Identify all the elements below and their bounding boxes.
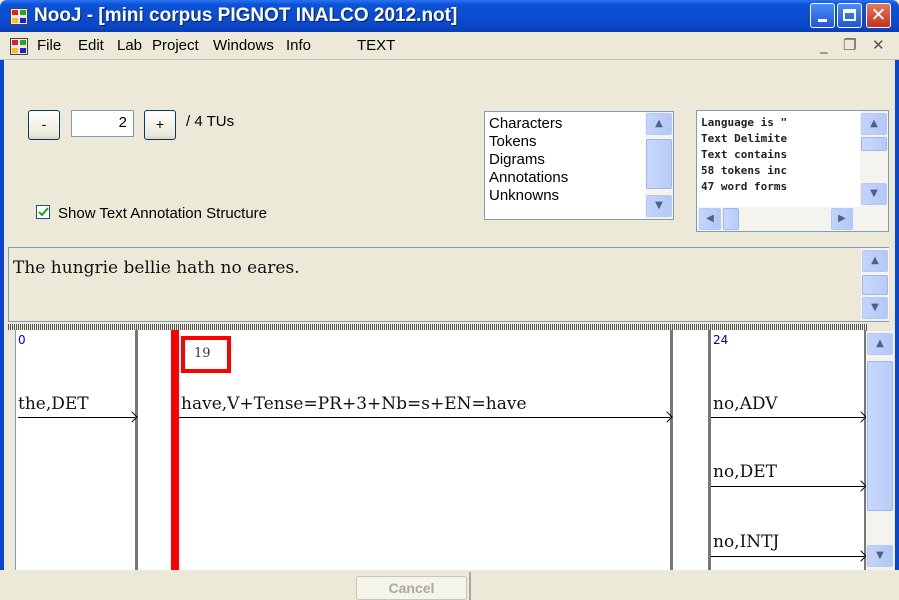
statistics-list[interactable]: Characters Tokens Digrams Annotations Un… <box>484 111 674 220</box>
annotation-label[interactable]: the,DET <box>18 394 89 414</box>
text-scrollbar[interactable]: ▲ ▼ <box>861 248 889 321</box>
menu-info[interactable]: Info <box>286 37 311 54</box>
column-divider <box>670 330 673 570</box>
transition-arrow <box>18 417 135 418</box>
info-hscrollbar[interactable]: ◀ ▶ <box>697 207 888 231</box>
show-structure-label: Show Text Annotation Structure <box>58 205 268 222</box>
menu-bar: File Edit Lab Project Windows Info TEXT … <box>0 32 899 60</box>
annotation-label[interactable]: no,INTJ <box>713 532 779 552</box>
scroll-down-button[interactable]: ▼ <box>867 545 893 567</box>
annotation-scrollbar[interactable]: ▲ ▼ <box>866 331 894 570</box>
document-icon[interactable] <box>10 38 28 55</box>
menu-file[interactable]: File <box>37 37 61 54</box>
list-item[interactable]: Unknowns <box>489 187 559 205</box>
close-icon: ✕ <box>870 4 887 26</box>
unit-count-label: / 4 TUs <box>186 113 235 130</box>
scroll-thumb[interactable] <box>723 208 739 230</box>
window-title: NooJ - [mini corpus PIGNOT INALCO 2012.n… <box>34 5 458 26</box>
scroll-thumb[interactable] <box>861 137 887 151</box>
transition-arrow <box>179 417 670 418</box>
info-line: 47 word forms <box>701 180 788 193</box>
scroll-left-button[interactable]: ◀ <box>699 208 721 230</box>
list-item[interactable]: Tokens <box>489 133 537 151</box>
close-button[interactable]: ✕ <box>866 3 891 28</box>
scroll-up-button[interactable]: ▲ <box>646 113 672 135</box>
unit-number-input[interactable]: 2 <box>71 110 134 137</box>
offset-label: 19 <box>194 346 211 361</box>
scroll-down-button[interactable]: ▼ <box>861 183 887 205</box>
offset-label: 0 <box>18 333 26 347</box>
menu-text[interactable]: TEXT <box>357 37 395 54</box>
maximize-icon <box>843 9 856 21</box>
column-divider <box>135 330 138 570</box>
scroll-thumb[interactable] <box>867 361 893 511</box>
list-item[interactable]: Characters <box>489 115 562 133</box>
maximize-button[interactable] <box>837 3 862 28</box>
transition-arrow <box>711 556 864 557</box>
annotation-label[interactable]: have,V+Tense=PR+3+Nb=s+EN=have <box>181 394 527 414</box>
scroll-thumb[interactable] <box>862 275 888 295</box>
mdi-close-button[interactable]: ✕ <box>872 36 885 54</box>
checkmark-icon <box>38 207 49 217</box>
info-line: Text Delimite <box>701 132 788 145</box>
status-separator <box>469 572 471 600</box>
offset-label: 24 <box>713 333 729 347</box>
minimize-button[interactable] <box>810 3 835 28</box>
window-border-left <box>0 32 4 600</box>
scroll-up-button[interactable]: ▲ <box>861 113 887 135</box>
text-info-box[interactable]: Language is " Text Delimite Text contain… <box>696 110 889 232</box>
scroll-up-button[interactable]: ▲ <box>867 333 893 355</box>
next-unit-button[interactable]: + <box>144 110 176 140</box>
scroll-up-button[interactable]: ▲ <box>862 250 888 272</box>
transition-arrow <box>711 486 864 487</box>
menu-edit[interactable]: Edit <box>78 37 104 54</box>
cancel-button[interactable]: Cancel <box>356 576 467 600</box>
window-border-right <box>895 32 899 600</box>
annotation-label[interactable]: no,ADV <box>713 394 777 414</box>
info-line: Text contains <box>701 148 788 161</box>
transition-arrow <box>711 417 864 418</box>
menu-windows[interactable]: Windows <box>213 37 274 54</box>
scroll-down-button[interactable]: ▼ <box>646 195 672 217</box>
list-item[interactable]: Digrams <box>489 151 545 169</box>
selection-marker <box>171 330 179 570</box>
show-structure-checkbox[interactable] <box>36 205 50 219</box>
list-item[interactable]: Annotations <box>489 169 568 187</box>
info-line: 58 tokens inc <box>701 164 788 177</box>
scroll-down-button[interactable]: ▼ <box>862 297 888 319</box>
info-line: Language is " <box>701 116 788 129</box>
scroll-thumb[interactable] <box>646 139 672 189</box>
menu-project[interactable]: Project <box>152 37 199 54</box>
annotation-structure-view[interactable]: 0 the,DET 19 have,V+Tense=PR+3+Nb=s+EN=h… <box>15 330 867 570</box>
text-unit-view[interactable]: The hungrie bellie hath no eares. ▲ ▼ <box>8 247 889 322</box>
annotation-label[interactable]: no,DET <box>713 462 777 482</box>
title-bar[interactable]: NooJ - [mini corpus PIGNOT INALCO 2012.n… <box>0 0 899 32</box>
mdi-minimize-button[interactable]: _ <box>820 36 828 54</box>
previous-unit-button[interactable]: - <box>28 110 60 140</box>
column-divider <box>708 330 711 570</box>
nooj-app-icon[interactable] <box>10 8 28 25</box>
text-unit-content: The hungrie bellie hath no eares. <box>13 258 300 278</box>
info-vscrollbar[interactable]: ▲ ▼ <box>860 111 888 209</box>
list-scrollbar[interactable]: ▲ ▼ <box>645 112 673 219</box>
minimize-icon <box>818 19 827 22</box>
mdi-restore-button[interactable]: ❐ <box>843 36 856 54</box>
menu-lab[interactable]: Lab <box>117 37 142 54</box>
scroll-right-button[interactable]: ▶ <box>831 208 853 230</box>
